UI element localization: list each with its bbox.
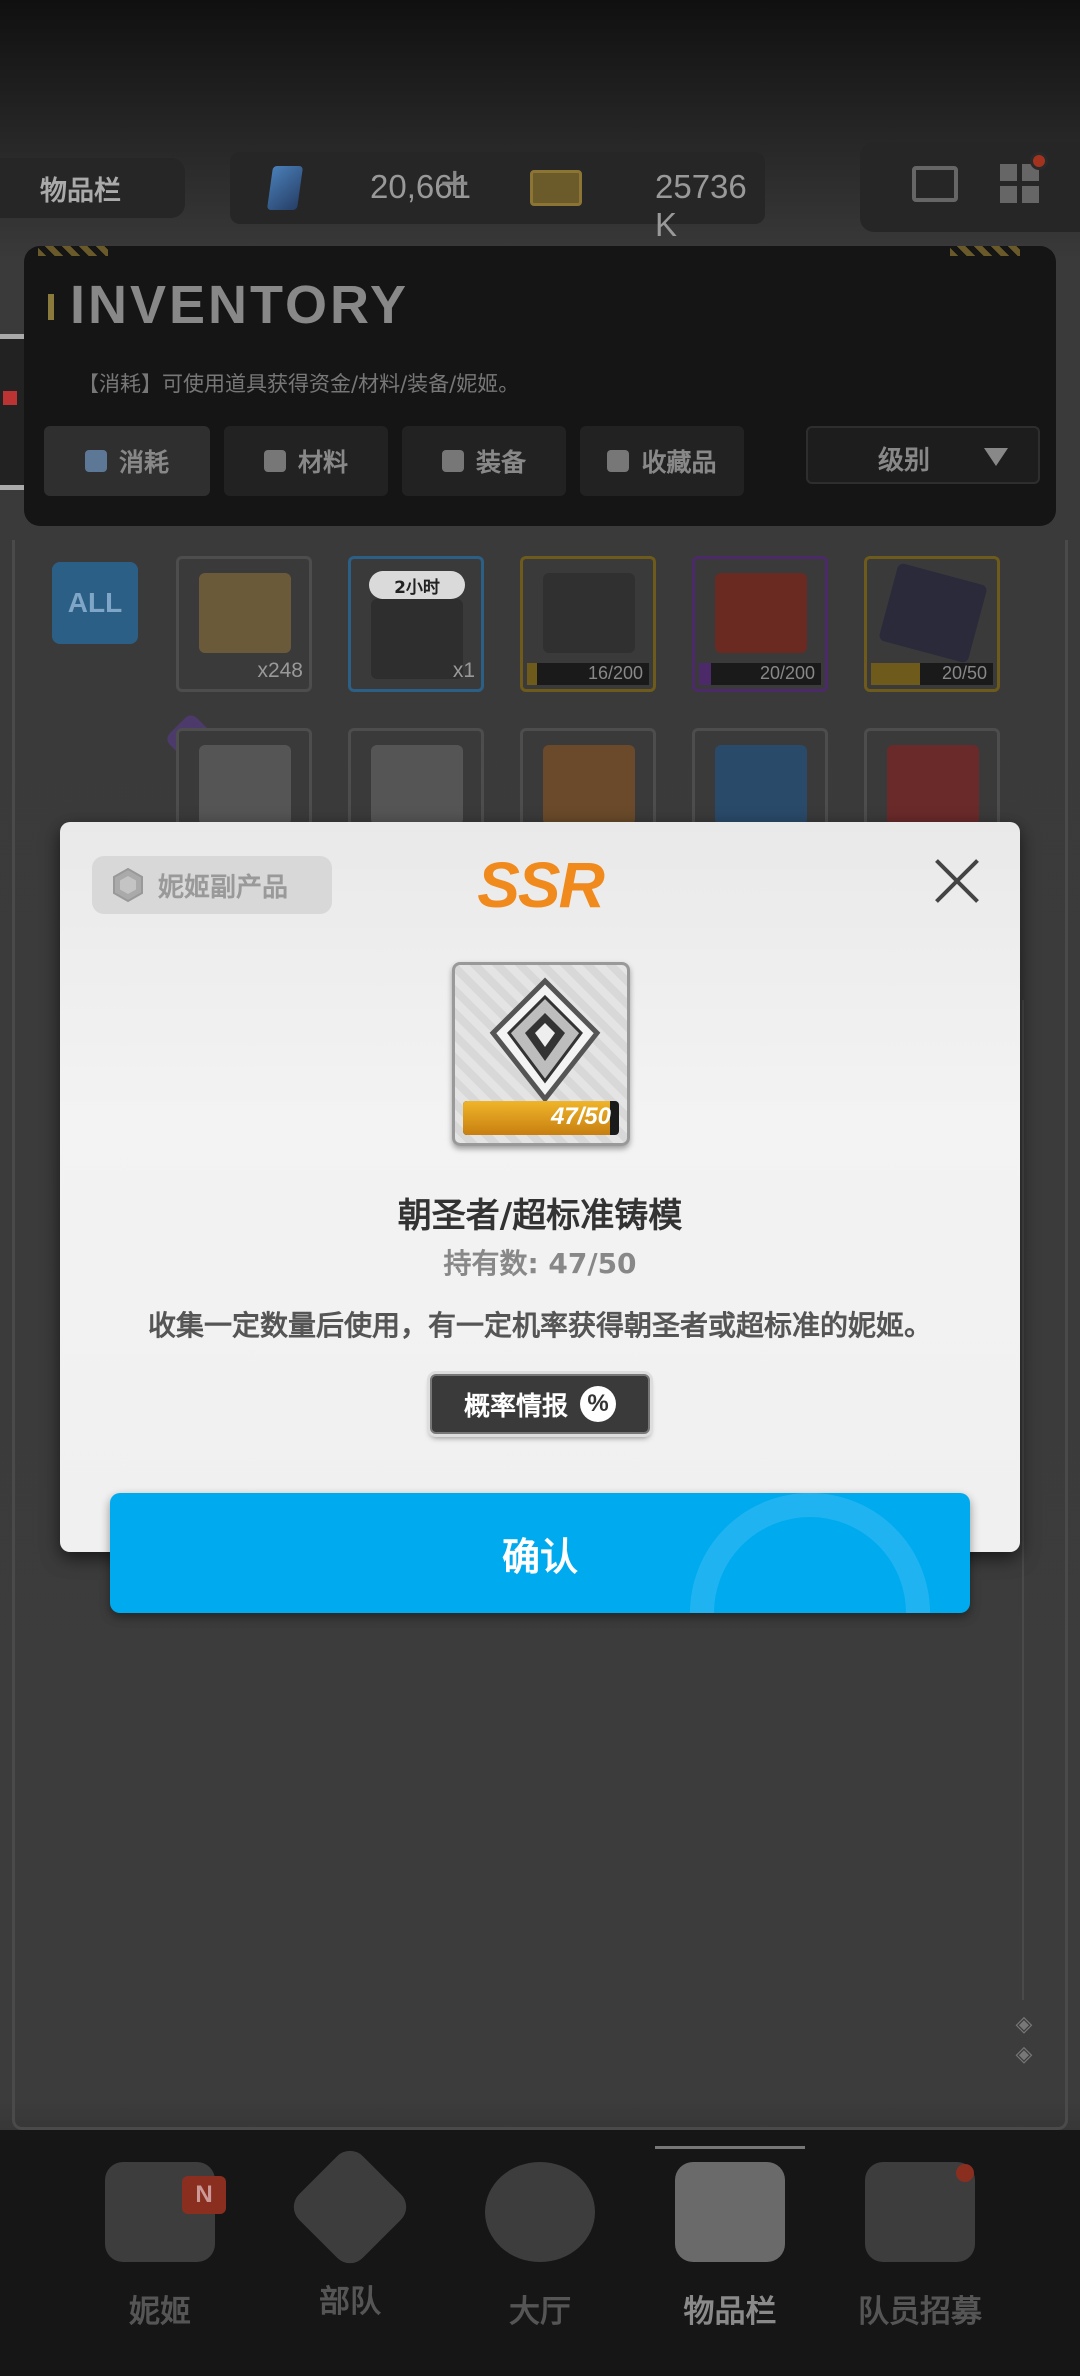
item-name: 朝圣者/超标准铸模 <box>397 1196 683 1236</box>
probability-info-button[interactable]: 概率情报 % <box>430 1374 650 1434</box>
rarity-label: SSR <box>477 849 605 921</box>
mold-diamond-icon <box>489 977 601 1103</box>
confirm-label: 确认 <box>501 1534 578 1579</box>
item-progress-bar: 47/50 <box>463 1101 619 1135</box>
emblem-deco-icon <box>690 1493 930 1613</box>
close-icon[interactable] <box>932 856 982 906</box>
confirm-button[interactable]: 确认 <box>110 1493 970 1613</box>
owned-count: 持有数: 47/50 <box>443 1247 637 1280</box>
prob-label: 概率情报 <box>463 1391 568 1422</box>
progress-text: 47/50 <box>550 1103 611 1130</box>
item-card: 47/50 <box>452 962 630 1146</box>
item-detail-modal: 妮姬副产品 SSR 47/50 朝圣者/超标准铸模 持有数: 47/50 收集一… <box>60 822 1020 1552</box>
percent-icon: % <box>580 1386 616 1422</box>
item-description: 收集一定数量后使用，有一定机率获得朝圣者或超标准的妮姬。 <box>147 1309 932 1342</box>
